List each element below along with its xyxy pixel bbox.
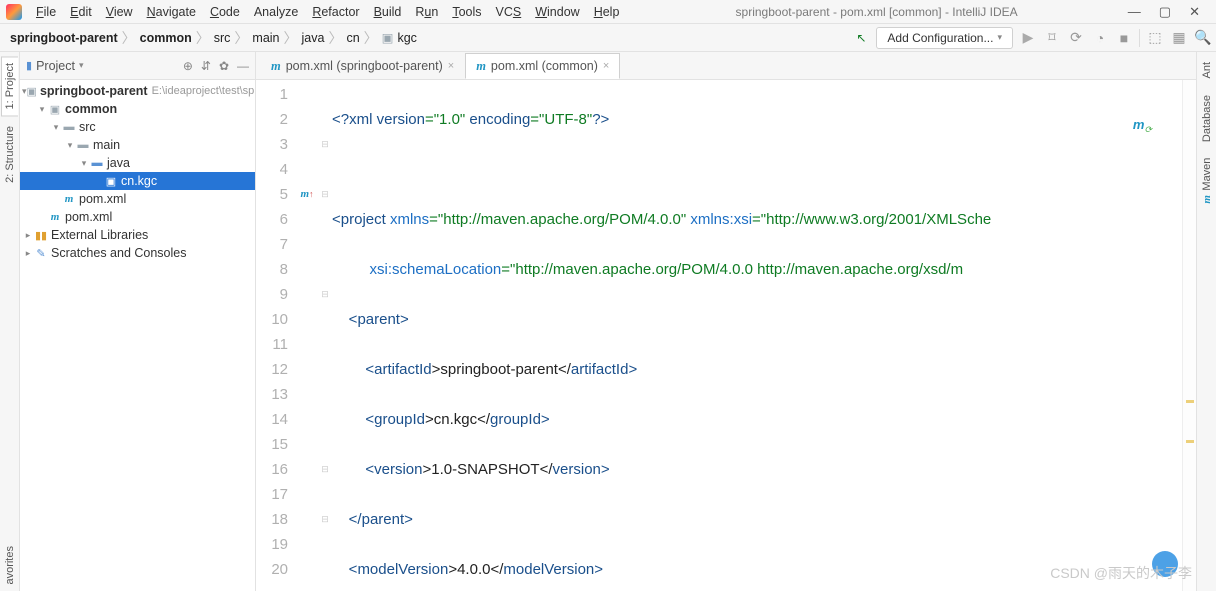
hide-pane-icon[interactable]: — <box>237 59 249 73</box>
title-bar: FFileile Edit View Navigate Code Analyze… <box>0 0 1216 24</box>
menu-navigate[interactable]: Navigate <box>141 4 202 20</box>
floating-action-icon[interactable] <box>1152 551 1178 577</box>
minimize-icon[interactable]: — <box>1128 4 1141 20</box>
app-logo-icon <box>6 4 22 20</box>
add-configuration-button[interactable]: Add Configuration... ▾ <box>876 27 1013 49</box>
close-icon[interactable]: ✕ <box>1189 4 1200 20</box>
menu-edit[interactable]: Edit <box>64 4 98 20</box>
breadcrumb: springboot-parent〉 common〉 src〉 main〉 ja… <box>4 28 423 48</box>
crumb-cn[interactable]: cn <box>340 29 365 47</box>
settings-gear-icon[interactable]: ✿ <box>219 59 229 73</box>
menu-refactor[interactable]: Refactor <box>306 4 365 20</box>
crumb-main[interactable]: main <box>246 29 285 47</box>
left-tool-strip: 1: Project 2: Structure avorites <box>0 52 20 591</box>
line-number-gutter: 1234 5678 9101112 13141516 17181920 <box>256 80 296 591</box>
crumb-module[interactable]: common <box>134 29 198 47</box>
project-pane: ▮ Project ▾ ⊕ ⇵ ✿ — ▾▣ springboot-parent… <box>20 52 256 591</box>
toolbar-divider <box>1139 29 1140 47</box>
tab-favorites[interactable]: avorites <box>2 540 18 591</box>
menu-analyze[interactable]: Analyze <box>248 4 304 20</box>
main-menu: FFileile Edit View Navigate Code Analyze… <box>30 4 625 20</box>
project-structure-icon[interactable]: ▦ <box>1170 29 1188 47</box>
search-everywhere-icon[interactable]: 🔍 <box>1194 29 1212 47</box>
tree-pom-common[interactable]: m pom.xml <box>20 190 255 208</box>
navigation-bar: springboot-parent〉 common〉 src〉 main〉 ja… <box>0 24 1216 52</box>
window-controls: — ▢ ✕ <box>1128 4 1210 20</box>
crumb-root[interactable]: springboot-parent <box>4 29 124 47</box>
menu-help[interactable]: Help <box>588 4 626 20</box>
editor-tab-common-pom[interactable]: m pom.xml (common) × <box>465 53 620 79</box>
maximize-icon[interactable]: ▢ <box>1159 4 1171 20</box>
tab-ant[interactable]: Ant <box>1199 56 1215 85</box>
tab-project[interactable]: 1: Project <box>1 56 18 116</box>
right-tool-strip: Ant Database m Maven <box>1196 52 1216 591</box>
menu-window[interactable]: Window <box>529 4 585 20</box>
window-title: springboot-parent - pom.xml [common] - I… <box>625 5 1127 19</box>
menu-build[interactable]: Build <box>368 4 408 20</box>
code-content[interactable]: <?xml version="1.0" encoding="UTF-8"?> <… <box>332 80 1182 591</box>
tree-external-libraries[interactable]: ▸▮▮ External Libraries <box>20 226 255 244</box>
tree-pom-parent[interactable]: m pom.xml <box>20 208 255 226</box>
maven-reload-badge[interactable]: m⟳ <box>1133 112 1152 143</box>
project-pane-title[interactable]: Project <box>36 59 75 73</box>
icon-gutter: m↑ <box>296 80 318 591</box>
tab-database[interactable]: Database <box>1199 89 1215 148</box>
tree-src[interactable]: ▾▬ src <box>20 118 255 136</box>
tab-maven[interactable]: m Maven <box>1199 152 1215 210</box>
editor-area: m pom.xml (springboot-parent) × m pom.xm… <box>256 52 1196 591</box>
fold-gutter: ⊟ ⊟ ⊟ ⊟ ⊟ <box>318 80 332 591</box>
close-tab-icon[interactable]: × <box>603 60 609 72</box>
maven-marker-icon[interactable]: m <box>300 182 309 207</box>
coverage-icon[interactable]: ⟳ <box>1067 29 1085 47</box>
menu-file[interactable]: FFileile <box>30 4 62 20</box>
menu-tools[interactable]: Tools <box>446 4 487 20</box>
profile-icon[interactable]: ◔ <box>1091 29 1109 47</box>
tree-scratches[interactable]: ▸✎ Scratches and Consoles <box>20 244 255 262</box>
tree-java[interactable]: ▾▬ java <box>20 154 255 172</box>
menu-run[interactable]: Run <box>409 4 444 20</box>
tab-structure[interactable]: 2: Structure <box>2 120 18 189</box>
project-view-icon: ▮ <box>26 59 32 72</box>
maven-file-icon: m <box>476 59 486 74</box>
editor-body[interactable]: 1234 5678 9101112 13141516 17181920 m↑ ⊟… <box>256 80 1196 591</box>
run-icon[interactable]: ▶ <box>1019 29 1037 47</box>
close-tab-icon[interactable]: × <box>448 60 454 72</box>
vcs-update-icon[interactable]: ⬚ <box>1146 29 1164 47</box>
crumb-src[interactable]: src <box>208 29 237 47</box>
tree-package-cnkgc[interactable]: ▣ cn.kgc <box>20 172 255 190</box>
error-stripe[interactable] <box>1182 80 1196 591</box>
menu-vcs[interactable]: VCS <box>490 4 528 20</box>
crumb-kgc[interactable]: ▣ kgc <box>376 28 423 47</box>
maven-file-icon: m <box>271 59 281 74</box>
tree-root[interactable]: ▾▣ springboot-parent E:\ideaproject\test… <box>20 82 255 100</box>
project-pane-header: ▮ Project ▾ ⊕ ⇵ ✿ — <box>20 52 255 80</box>
stop-icon[interactable]: ■ <box>1115 29 1133 47</box>
menu-code[interactable]: Code <box>204 4 246 20</box>
editor-tab-parent-pom[interactable]: m pom.xml (springboot-parent) × <box>260 53 465 79</box>
menu-view[interactable]: View <box>100 4 139 20</box>
expand-all-icon[interactable]: ⇵ <box>201 59 211 73</box>
select-opened-file-icon[interactable]: ⊕ <box>183 59 193 73</box>
build-hammer-icon[interactable]: ↖ <box>852 29 870 47</box>
tree-module-common[interactable]: ▾▣ common <box>20 100 255 118</box>
tree-main[interactable]: ▾▬ main <box>20 136 255 154</box>
editor-tabs: m pom.xml (springboot-parent) × m pom.xm… <box>256 52 1196 80</box>
crumb-java[interactable]: java <box>296 29 331 47</box>
debug-icon[interactable]: ⌑ <box>1043 29 1061 47</box>
main-content: 1: Project 2: Structure avorites ▮ Proje… <box>0 52 1216 591</box>
project-tree[interactable]: ▾▣ springboot-parent E:\ideaproject\test… <box>20 80 255 264</box>
